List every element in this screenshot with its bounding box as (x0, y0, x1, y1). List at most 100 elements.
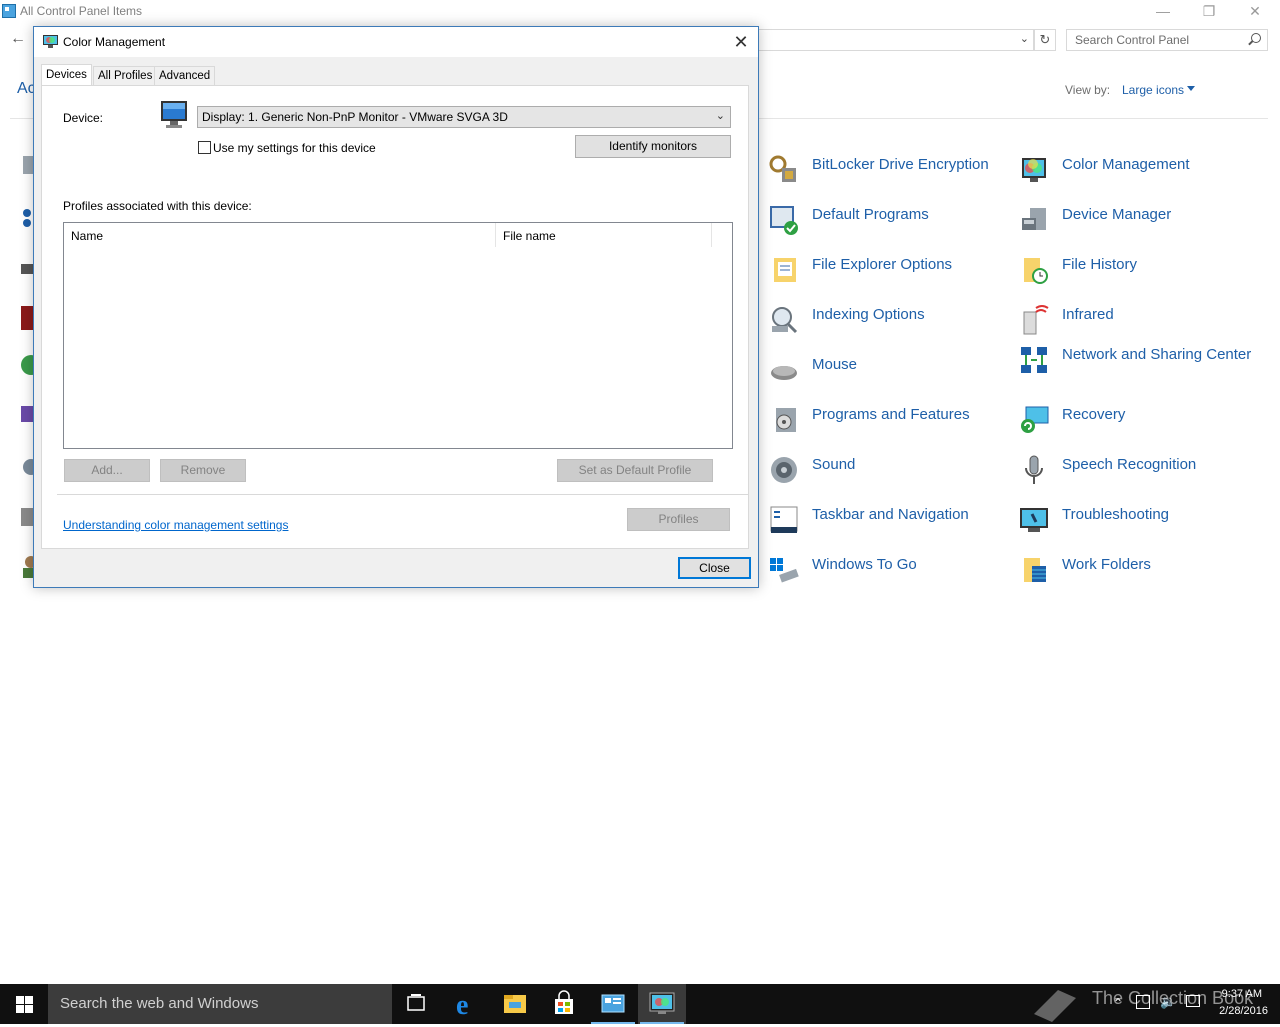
cp-item-device-manager[interactable]: Device Manager (1018, 204, 1262, 236)
taskbar-search-input[interactable]: Search the web and Windows (48, 984, 392, 1024)
remove-button[interactable]: Remove (160, 459, 246, 482)
column-name[interactable]: Name (64, 223, 496, 247)
cp-item-label: File History (1062, 256, 1138, 273)
tab-advanced[interactable]: Advanced (154, 66, 216, 86)
cp-item-indexing-options[interactable]: Indexing Options (768, 304, 1012, 336)
control-panel-title: All Control Panel Items (20, 4, 143, 18)
tab-all-profiles[interactable]: All Profiles (93, 66, 158, 86)
dialog-titlebar: Color Management ✕ (34, 27, 758, 57)
programs-features-icon (768, 404, 800, 436)
use-my-settings-label[interactable]: Use my settings for this device (213, 141, 376, 155)
search-icon[interactable] (1251, 33, 1261, 43)
understanding-color-management-link[interactable]: Understanding color management settings (63, 518, 288, 532)
control-panel-taskbar-icon[interactable] (589, 984, 637, 1024)
network-sharing-icon (1018, 344, 1050, 376)
back-arrow-icon[interactable]: ← (10, 30, 26, 48)
color-management-icon (1018, 154, 1050, 186)
cp-item-label: Device Manager (1062, 206, 1172, 223)
cp-item-windows-to-go[interactable]: Windows To Go (768, 554, 1012, 586)
cp-item-color-management[interactable]: Color Management (1018, 154, 1262, 186)
cp-item-label: BitLocker Drive Encryption (812, 156, 989, 173)
taskbar-navigation-icon (768, 504, 800, 536)
monitor-icon (160, 100, 190, 130)
chevron-down-icon[interactable]: ⌄ (716, 109, 725, 122)
color-management-taskbar-icon[interactable] (638, 984, 686, 1024)
view-by-label: View by: (1065, 83, 1111, 97)
cp-item-label: Mouse (812, 356, 858, 373)
cp-item-label: Infrared (1062, 306, 1114, 323)
profiles-button[interactable]: Profiles (627, 508, 730, 531)
tab-devices[interactable]: Devices (41, 64, 92, 86)
device-label: Device: (63, 111, 104, 125)
file-explorer-icon[interactable] (491, 984, 539, 1024)
cp-item-label: Speech Recognition (1062, 456, 1197, 473)
store-icon[interactable] (540, 984, 588, 1024)
edge-browser-icon[interactable]: e (442, 984, 490, 1024)
task-view-icon[interactable] (392, 984, 440, 1024)
refresh-icon[interactable]: ↻ (1034, 29, 1056, 51)
cp-item-speech-recognition[interactable]: Speech Recognition (1018, 454, 1262, 486)
cp-item-label: Windows To Go (812, 556, 917, 573)
cp-item-label: Work Folders (1062, 556, 1151, 573)
cp-item-default-programs[interactable]: Default Programs (768, 204, 1012, 236)
search-placeholder: Search Control Panel (1075, 33, 1190, 47)
close-button[interactable]: Close (678, 557, 751, 579)
restore-icon[interactable]: ❐ (1186, 0, 1232, 24)
dialog-close-icon[interactable]: ✕ (728, 29, 754, 55)
cp-item-label: Sound (812, 456, 856, 473)
cp-item-label: Default Programs (812, 206, 929, 223)
watermark-text: The Collection Book (1092, 988, 1254, 1008)
color-management-icon (43, 35, 58, 48)
cp-item-label: Color Management (1062, 156, 1190, 173)
profiles-associated-label: Profiles associated with this device: (63, 199, 252, 213)
profiles-list[interactable]: Name File name (63, 222, 733, 449)
cp-item-label: Troubleshooting (1062, 506, 1170, 523)
cp-item-network-sharing[interactable]: Network and Sharing Center (1018, 344, 1262, 376)
chevron-down-icon[interactable]: ⌄ (1020, 32, 1029, 45)
add-button[interactable]: Add... (64, 459, 150, 482)
search-control-panel-input[interactable]: Search Control Panel (1066, 29, 1268, 51)
device-manager-icon (1018, 204, 1050, 236)
cp-item-sound[interactable]: Sound (768, 454, 1012, 486)
cp-item-infrared[interactable]: Infrared (1018, 304, 1262, 336)
control-panel-icon (2, 4, 16, 18)
mouse-icon (768, 354, 800, 386)
start-button[interactable] (0, 984, 48, 1024)
devices-panel: Device: Display: 1. Generic Non-PnP Moni… (41, 85, 749, 549)
cp-item-label: Network and Sharing Center (1062, 346, 1252, 363)
indexing-options-icon (768, 304, 800, 336)
work-folders-icon (1018, 554, 1050, 586)
column-file-name[interactable]: File name (496, 223, 712, 247)
use-my-settings-checkbox[interactable] (198, 141, 211, 154)
cp-item-label: Programs and Features (812, 406, 970, 423)
close-window-icon[interactable]: ✕ (1232, 0, 1278, 24)
cp-item-mouse[interactable]: Mouse (768, 354, 1012, 386)
color-management-dialog: Color Management ✕ Devices All Profiles … (33, 26, 759, 588)
identify-monitors-button[interactable]: Identify monitors (575, 135, 731, 158)
cp-item-file-explorer-options[interactable]: File Explorer Options (768, 254, 1012, 286)
list-header: Name File name (64, 223, 732, 247)
divider (57, 494, 749, 495)
cp-item-programs-features[interactable]: Programs and Features (768, 404, 1012, 436)
cp-item-label: Indexing Options (812, 306, 925, 323)
minimize-icon[interactable]: — (1140, 0, 1186, 24)
speech-recognition-icon (1018, 454, 1050, 486)
view-by-arrow-icon[interactable] (1187, 86, 1195, 91)
cp-item-file-history[interactable]: File History (1018, 254, 1262, 286)
cp-item-work-folders[interactable]: Work Folders (1018, 554, 1262, 586)
set-default-profile-button[interactable]: Set as Default Profile (557, 459, 713, 482)
cp-item-troubleshooting[interactable]: Troubleshooting (1018, 504, 1262, 536)
cp-item-label: File Explorer Options (812, 256, 953, 273)
cp-item-recovery[interactable]: Recovery (1018, 404, 1262, 436)
file-history-icon (1018, 254, 1050, 286)
sound-icon (768, 454, 800, 486)
address-bar[interactable]: ⌄ (756, 29, 1034, 51)
cp-item-taskbar-navigation[interactable]: Taskbar and Navigation (768, 504, 1012, 536)
view-by-dropdown[interactable]: Large icons (1122, 83, 1184, 97)
control-panel-titlebar: All Control Panel Items — ❐ ✕ (0, 0, 1280, 24)
cp-item-bitlocker[interactable]: BitLocker Drive Encryption (768, 154, 1012, 186)
troubleshooting-icon (1018, 504, 1050, 536)
windows-to-go-icon (768, 554, 800, 586)
taskbar-search-placeholder: Search the web and Windows (60, 995, 259, 1012)
device-dropdown[interactable]: Display: 1. Generic Non-PnP Monitor - VM… (197, 106, 731, 128)
